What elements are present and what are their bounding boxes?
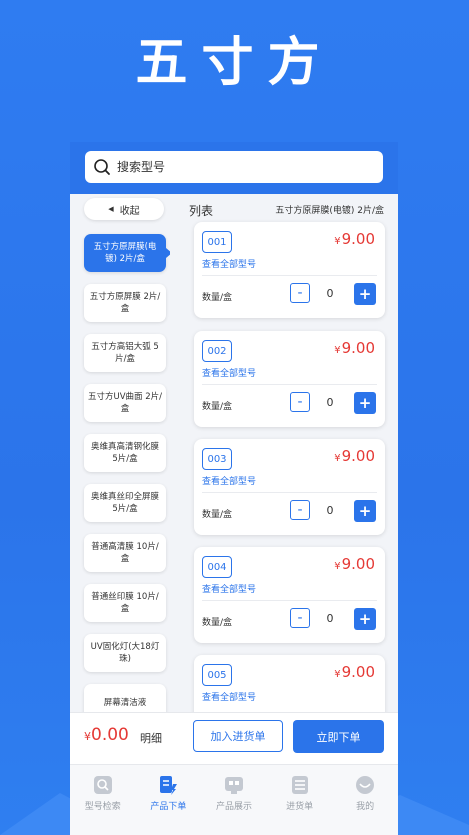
product-card: 003 ¥9.00 查看全部型号 数量/盒 - 0 +	[194, 439, 385, 535]
search-icon	[94, 159, 110, 175]
bottom-tab-bar: 型号检索 产品下单 产品展示 进货单 我的	[70, 764, 398, 835]
category-item[interactable]: 普通高清膜 10片/盒	[84, 534, 166, 572]
quantity-label: 数量/盒	[202, 293, 233, 303]
product-price: ¥9.00	[334, 230, 375, 248]
decrease-button[interactable]: -	[290, 500, 310, 520]
view-all-models-link[interactable]: 查看全部型号	[202, 582, 256, 595]
product-price: ¥9.00	[334, 555, 375, 573]
cart-bar: ¥0.00 明细 加入进货单 立即下单	[70, 712, 398, 765]
quantity-label: 数量/盒	[202, 510, 233, 520]
increase-button[interactable]: +	[354, 392, 376, 414]
category-item[interactable]: 普通丝印膜 10片/盒	[84, 584, 166, 622]
decrease-button[interactable]: -	[290, 608, 310, 628]
list-title: 列表	[189, 204, 214, 218]
search-input[interactable]	[115, 159, 359, 175]
product-code: 004	[202, 556, 232, 578]
quantity-value: 0	[326, 504, 334, 517]
list-subtitle: 五寸方原屏膜(电镀) 2片/盒	[275, 206, 384, 216]
cart-detail-link[interactable]: 明细	[140, 730, 162, 746]
quantity-label: 数量/盒	[202, 618, 233, 628]
divider	[202, 384, 377, 385]
collapse-label: 收起	[119, 205, 140, 217]
category-item[interactable]: UV固化灯(大18灯珠)	[84, 634, 166, 672]
product-card: 005 ¥9.00 查看全部型号	[194, 655, 385, 715]
cart-total: ¥0.00	[84, 725, 129, 745]
collapse-button[interactable]: ◀ 收起	[84, 198, 164, 220]
hero-title: 五寸方	[135, 33, 334, 93]
divider	[202, 492, 377, 493]
quantity-value: 0	[326, 612, 334, 625]
view-all-models-link[interactable]: 查看全部型号	[202, 690, 256, 703]
product-code: 003	[202, 448, 232, 470]
list-icon	[291, 776, 308, 794]
quantity-value: 0	[326, 396, 334, 409]
search-bar	[70, 142, 398, 194]
category-sidebar: ◀ 收起 五寸方原屏膜(电镀) 2片/盒 五寸方原屏膜 2片/盒 五寸方高铝大弧…	[70, 194, 170, 714]
profile-icon	[356, 776, 375, 794]
divider	[202, 275, 377, 276]
product-price: ¥9.00	[334, 447, 375, 465]
tab-profile[interactable]: 我的	[332, 765, 398, 835]
category-item[interactable]: 五寸方高铝大弧 5片/盒	[84, 334, 166, 372]
product-card: 002 ¥9.00 查看全部型号 数量/盒 - 0 +	[194, 331, 385, 427]
category-item-active[interactable]: 五寸方原屏膜(电镀) 2片/盒	[84, 234, 170, 272]
category-item[interactable]: 五寸方UV曲面 2片/盒	[84, 384, 166, 422]
product-card: 001 ¥9.00 查看全部型号 数量/盒 - 0 +	[194, 222, 385, 318]
product-code: 005	[202, 664, 232, 686]
search-box[interactable]	[85, 151, 383, 183]
increase-button[interactable]: +	[354, 500, 376, 522]
category-item[interactable]: 屏幕清洁液	[84, 684, 166, 714]
divider	[202, 600, 377, 601]
increase-button[interactable]: +	[354, 608, 376, 630]
product-card: 004 ¥9.00 查看全部型号 数量/盒 - 0 +	[194, 547, 385, 643]
app-screen: ◀ 收起 五寸方原屏膜(电镀) 2片/盒 五寸方原屏膜 2片/盒 五寸方高铝大弧…	[70, 142, 398, 835]
order-icon	[160, 776, 178, 795]
tab-product-showcase[interactable]: 产品展示	[201, 765, 267, 835]
quantity-value: 0	[326, 287, 334, 300]
order-now-button[interactable]: 立即下单	[293, 720, 384, 753]
category-item[interactable]: 奥维真高清钢化膜 5片/盒	[84, 434, 166, 472]
tab-model-search[interactable]: 型号检索	[70, 765, 136, 835]
quantity-label: 数量/盒	[202, 402, 233, 412]
product-code: 001	[202, 231, 232, 253]
increase-button[interactable]: +	[354, 283, 376, 305]
product-price: ¥9.00	[334, 663, 375, 681]
view-all-models-link[interactable]: 查看全部型号	[202, 366, 256, 379]
search-icon	[93, 776, 112, 794]
decrease-button[interactable]: -	[290, 392, 310, 412]
showcase-icon	[224, 777, 243, 794]
product-code: 002	[202, 340, 232, 362]
product-price: ¥9.00	[334, 339, 375, 357]
caret-left-icon: ◀	[108, 205, 114, 213]
category-item[interactable]: 奥维真丝印全屏膜 5片/盒	[84, 484, 166, 522]
tab-order-list[interactable]: 进货单	[267, 765, 333, 835]
category-item[interactable]: 五寸方原屏膜 2片/盒	[84, 284, 166, 322]
tab-product-order[interactable]: 产品下单	[136, 765, 202, 835]
view-all-models-link[interactable]: 查看全部型号	[202, 474, 256, 487]
add-to-order-list-button[interactable]: 加入进货单	[193, 720, 283, 752]
decrease-button[interactable]: -	[290, 283, 310, 303]
view-all-models-link[interactable]: 查看全部型号	[202, 257, 256, 270]
